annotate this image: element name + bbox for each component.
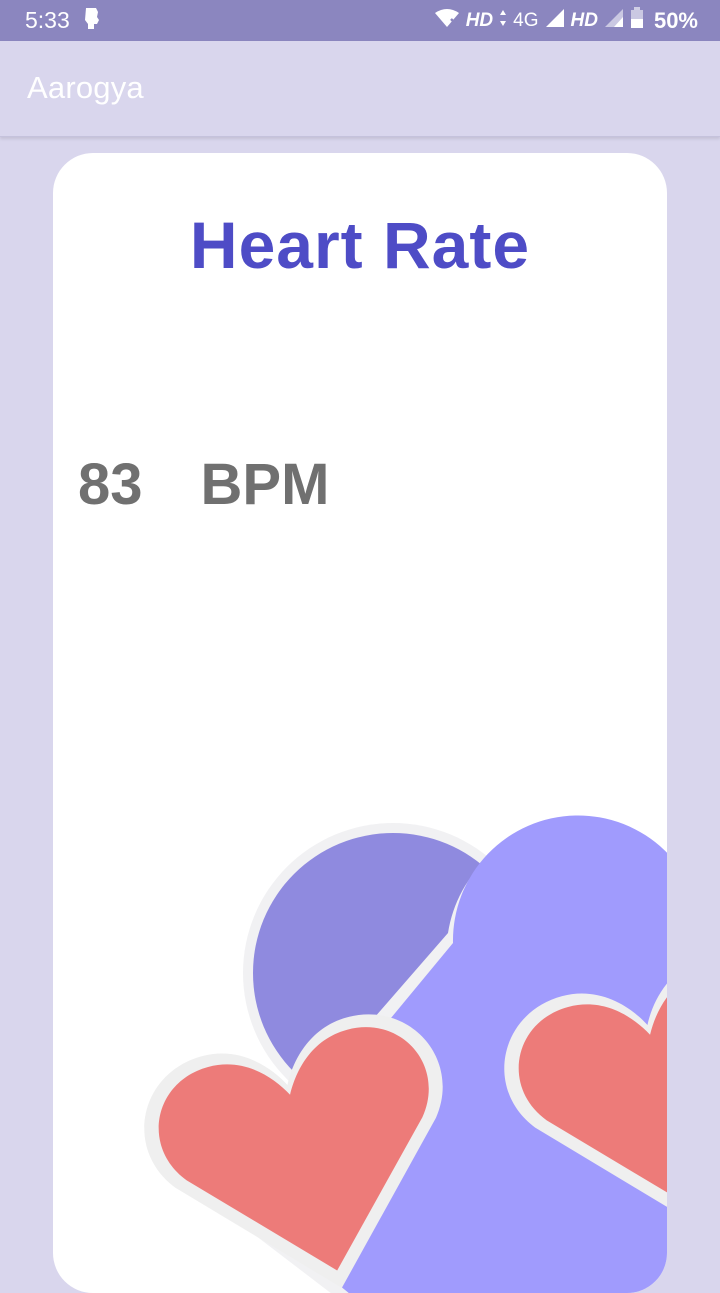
heart-rate-title: Heart Rate	[189, 208, 531, 282]
battery-icon	[630, 6, 644, 35]
heart-rate-card: Heart Rate 83 BPM	[53, 153, 667, 1293]
status-bar: 5:33 HD 4G HD 50%	[0, 0, 720, 41]
app-bar: Aarogya	[0, 41, 720, 137]
bpm-value: 83	[78, 452, 143, 517]
wifi-x-icon	[434, 8, 460, 34]
network-hd-label-2: HD	[570, 9, 598, 31]
bpm-unit: BPM	[200, 452, 330, 517]
app-title: Aarogya	[27, 69, 144, 105]
network-type-label: 4G	[513, 9, 539, 31]
bpm-reading: 83 BPM	[78, 450, 329, 520]
network-hd-label-1: HD	[465, 9, 494, 31]
notification-fist-icon	[82, 6, 102, 36]
signal-icon	[604, 8, 624, 34]
signal-icon	[545, 8, 565, 34]
status-time: 5:33	[25, 7, 70, 33]
hearts-illustration	[144, 815, 667, 1293]
data-arrows-icon	[499, 9, 507, 33]
battery-percentage: 50%	[653, 7, 698, 33]
